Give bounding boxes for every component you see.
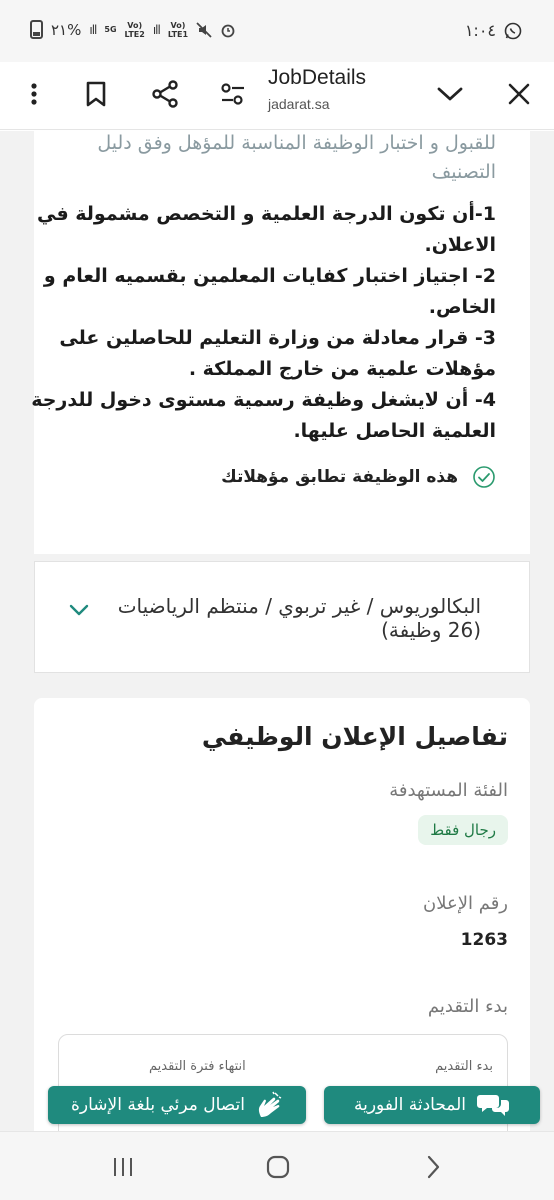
faded-text: للقبول و اختبار الوظيفة المناسبة للمؤهل … [97, 132, 496, 183]
sign-language-label: اتصال مرئي بلغة الإشارة [71, 1095, 245, 1115]
home-icon[interactable] [263, 1152, 293, 1182]
requirements-card: للقبول و اختبار الوظيفة المناسبة للمؤهل … [31, 131, 530, 554]
qualification-match: هذه الوظيفة تطابق مؤهلاتك [221, 465, 496, 489]
chevron-down-icon[interactable] [430, 74, 470, 114]
signal-icon-2: ıll [152, 22, 161, 37]
target-label: الفئة المستهدفة [389, 780, 508, 801]
chevron-down-icon[interactable] [69, 604, 89, 616]
whatsapp-icon [504, 22, 522, 39]
network-lte2: Vo) LTE2 [124, 20, 145, 39]
requirements-list: 1-أن تكون الدرجة العلمية و التخصص مشمولة… [26, 199, 496, 447]
bookmark-icon[interactable] [76, 74, 116, 114]
live-chat-label: المحادثة الفورية [353, 1095, 467, 1115]
battery-icon [30, 20, 43, 39]
back-icon[interactable] [418, 1152, 448, 1182]
status-bar: ٢١% ıll 5G Vo) LTE2 ıll Vo) LTE1 ١:٠٤ [0, 0, 554, 62]
system-nav-bar [0, 1131, 554, 1200]
chat-icon [477, 1095, 510, 1116]
recent-apps-icon[interactable] [108, 1152, 138, 1182]
apply-start-col: بدء التقديم [435, 1059, 493, 1074]
alarm-icon [221, 24, 235, 37]
sign-language-button[interactable]: اتصال مرئي بلغة الإشارة [48, 1086, 306, 1124]
battery-level: ٢١% [51, 20, 82, 39]
qualification-title: البكالوريوس / غير تربوي / منتظم الرياضيا… [117, 594, 481, 642]
requirement-item: 4- أن لايشغل وظيفة رسمية مستوى دخول للدر… [31, 389, 496, 442]
ad-number-label: رقم الإعلان [423, 893, 508, 914]
apply-end-col: انتهاء فترة التقديم [149, 1059, 246, 1074]
requirement-item: 1-أن تكون الدرجة العلمية و التخصص مشمولة… [36, 203, 496, 256]
status-left: ٢١% ıll 5G Vo) LTE2 ıll Vo) LTE1 [30, 20, 236, 39]
check-circle-icon [473, 466, 495, 488]
match-text: هذه الوظيفة تطابق مؤهلاتك [221, 467, 458, 487]
signal-icon: ıll [89, 22, 97, 37]
target-badge: رجال فقط [418, 815, 508, 845]
apply-start-label: بدء التقديم [427, 996, 508, 1017]
requirement-item: 3- قرار معادلة من وزارة التعليم للحاصلين… [59, 327, 496, 380]
more-icon[interactable] [14, 74, 54, 114]
live-chat-button[interactable]: المحادثة الفورية [324, 1086, 540, 1124]
app-url: jadarat.sa [268, 96, 330, 112]
clock: ١:٠٤ [464, 21, 496, 40]
app-bar: JobDetails jadarat.sa [0, 62, 554, 130]
app-title: JobDetails [268, 66, 367, 89]
share-icon[interactable] [145, 74, 185, 114]
network-5g: 5G [104, 25, 117, 34]
mute-icon [196, 21, 212, 38]
requirement-item: 2- اجتياز اختبار كفايات المعلمين بقسميه … [43, 265, 496, 318]
status-right: ١:٠٤ [465, 21, 522, 40]
close-icon[interactable] [499, 74, 539, 114]
settings-icon[interactable] [213, 74, 253, 114]
network-lte1: Vo) LTE1 [167, 20, 189, 39]
qualification-accordion[interactable]: البكالوريوس / غير تربوي / منتظم الرياضيا… [34, 561, 530, 673]
page-content: للقبول و اختبار الوظيفة المناسبة للمؤهل … [0, 131, 554, 1131]
job-details-card: تفاصيل الإعلان الوظيفي الفئة المستهدفة ر… [34, 698, 530, 1131]
section-title: تفاصيل الإعلان الوظيفي [201, 722, 508, 751]
ad-number: 1263 [460, 930, 508, 950]
sign-language-icon [258, 1091, 282, 1117]
